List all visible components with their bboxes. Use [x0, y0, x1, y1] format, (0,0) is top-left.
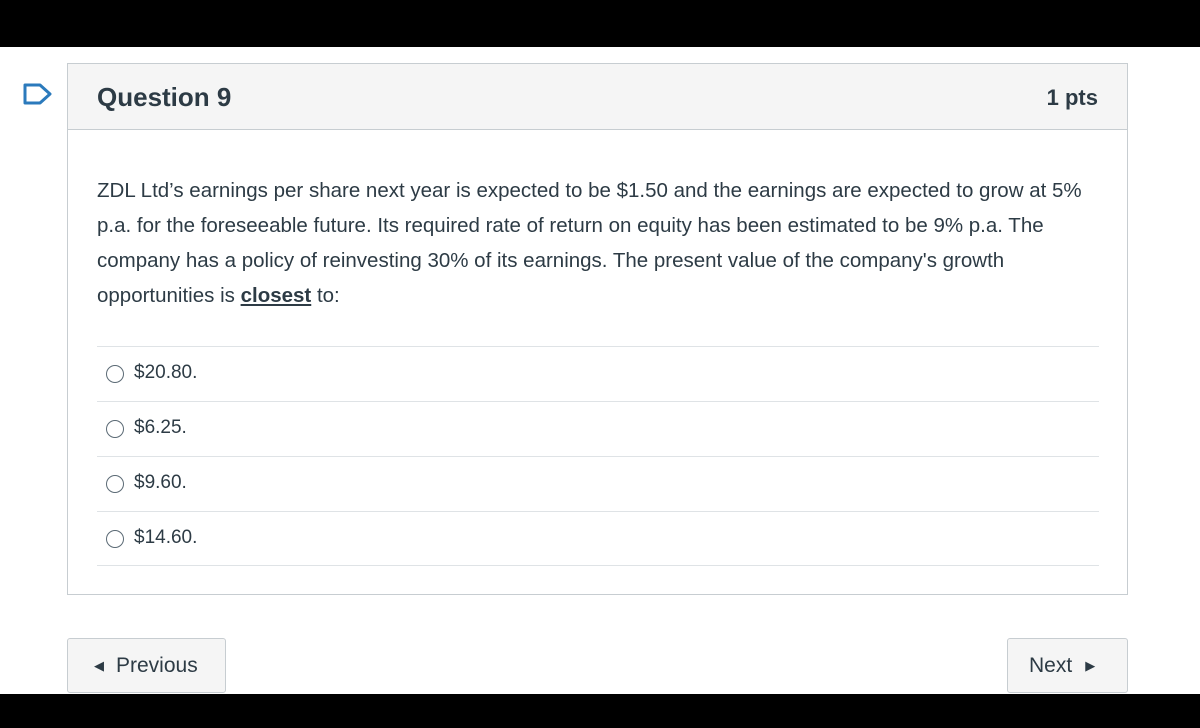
- radio-button[interactable]: [106, 530, 124, 548]
- answer-option[interactable]: $9.60.: [97, 456, 1099, 511]
- previous-button-label: Previous: [116, 653, 198, 677]
- triangle-right-icon: ▶: [1085, 657, 1096, 673]
- quiz-content: Question 9 1 pts ZDL Ltd’s earnings per …: [0, 47, 1200, 694]
- next-button[interactable]: Next ▶: [1007, 638, 1128, 693]
- radio-button[interactable]: [106, 420, 124, 438]
- bottom-black-bar: [0, 694, 1200, 728]
- answer-label: $9.60.: [134, 472, 187, 493]
- next-button-label: Next: [1029, 653, 1073, 677]
- previous-button[interactable]: ◀ Previous: [67, 638, 226, 693]
- flag-question-icon[interactable]: [22, 83, 54, 105]
- answer-option[interactable]: $6.25.: [97, 401, 1099, 456]
- radio-button[interactable]: [106, 475, 124, 493]
- radio-button[interactable]: [106, 365, 124, 383]
- question-text: ZDL Ltd’s earnings per share next year i…: [97, 173, 1097, 313]
- question-text-emphasis: closest: [240, 284, 312, 307]
- question-header: Question 9 1 pts: [68, 64, 1127, 130]
- top-black-bar: [0, 0, 1200, 47]
- answer-option[interactable]: $14.60.: [97, 511, 1099, 566]
- question-title: Question 9: [97, 82, 232, 112]
- question-card: Question 9 1 pts ZDL Ltd’s earnings per …: [67, 63, 1128, 595]
- answer-list: $20.80. $6.25. $9.60. $14.60.: [97, 346, 1099, 566]
- triangle-left-icon: ◀: [94, 657, 104, 673]
- answer-label: $14.60.: [134, 527, 198, 548]
- answer-label: $6.25.: [134, 417, 187, 438]
- question-text-after: to:: [311, 284, 340, 307]
- question-points: 1 pts: [1046, 85, 1098, 110]
- answer-label: $20.80.: [134, 362, 198, 383]
- answer-option[interactable]: $20.80.: [97, 346, 1099, 401]
